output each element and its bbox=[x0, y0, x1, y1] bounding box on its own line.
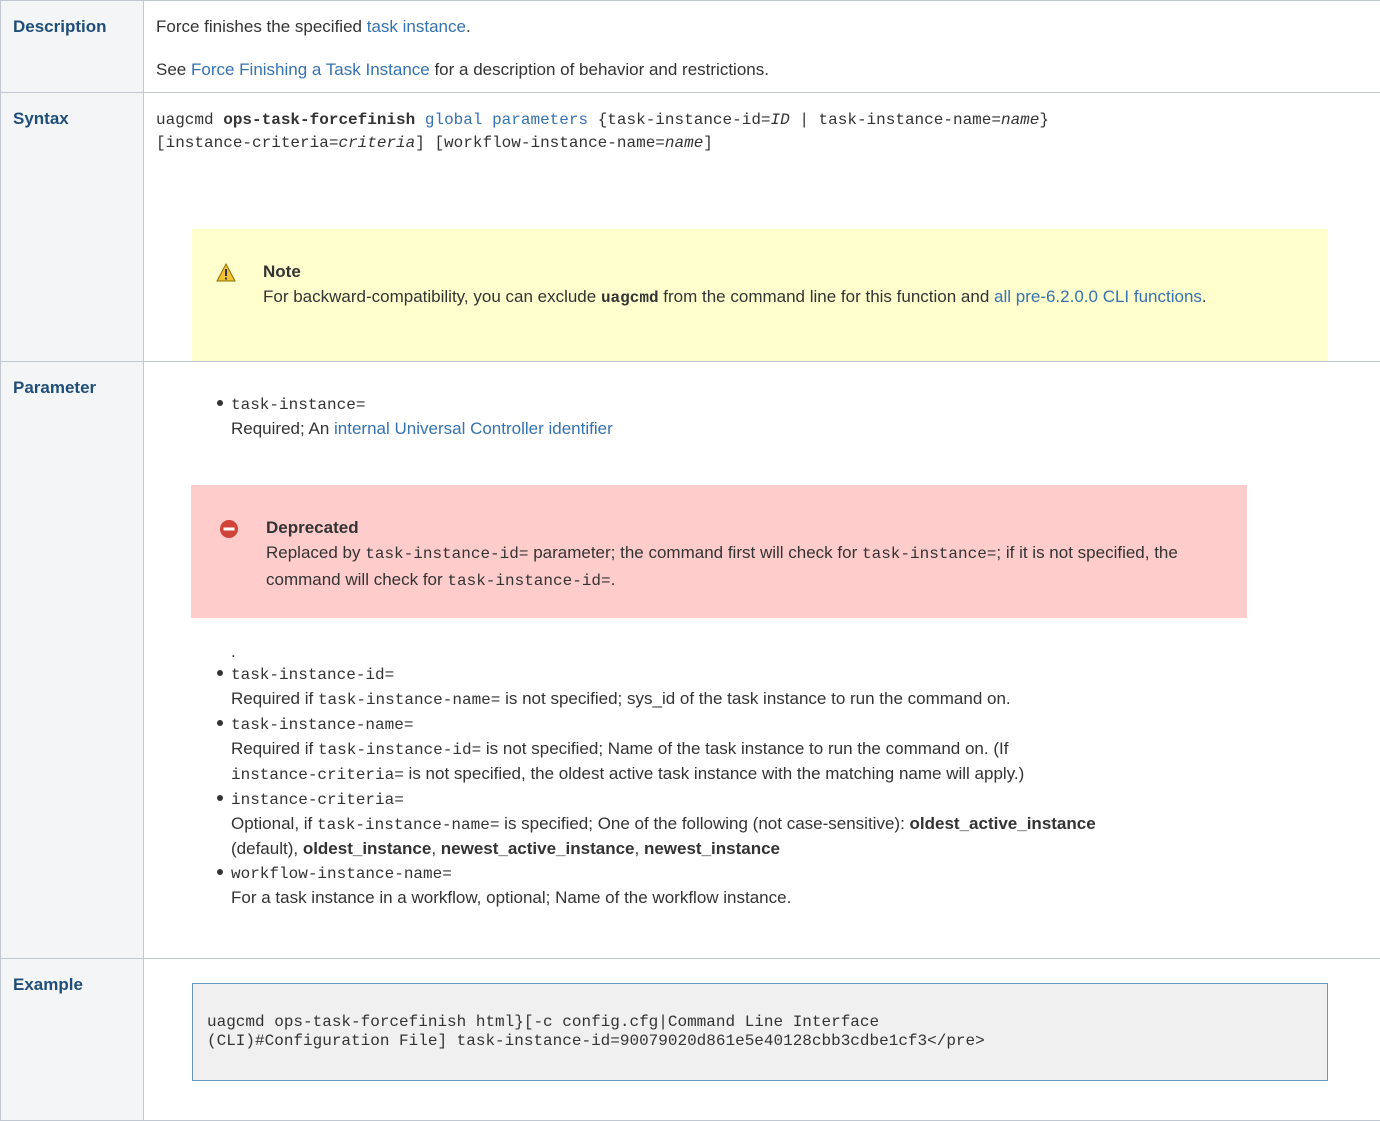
criteria-sep-1: , bbox=[431, 839, 440, 858]
note-text-start: For backward-compatibility, you can excl… bbox=[263, 287, 601, 306]
deprecated-text: Replaced by task-instance-id= parameter;… bbox=[266, 540, 1227, 594]
param-workflow-instance-name: workflow-instance-name= For a task insta… bbox=[156, 861, 1380, 910]
param-desc-tail: is not specified, the oldest active task… bbox=[404, 764, 1025, 783]
note-text-middle: from the command line for this function … bbox=[659, 287, 994, 306]
parameter-list: task-instance= Required; An internal Uni… bbox=[156, 362, 1380, 910]
description-line-1: Force finishes the specified task instan… bbox=[156, 1, 1380, 37]
cli-functions-link[interactable]: all pre-6.2.0.0 CLI functions bbox=[994, 287, 1202, 306]
param-name: task-instance= bbox=[231, 396, 365, 414]
deprecated-code-2: task-instance= bbox=[862, 545, 996, 563]
param-name: task-instance-id= bbox=[231, 666, 394, 684]
param-code: task-instance-name= bbox=[317, 816, 499, 834]
syntax-header: Syntax bbox=[1, 93, 144, 362]
param-desc: Required if bbox=[231, 739, 318, 758]
param-desc: For a task instance in a workflow, optio… bbox=[231, 888, 791, 907]
param-code-2: instance-criteria= bbox=[231, 766, 404, 784]
criteria-newest-active: newest_active_instance bbox=[441, 839, 635, 858]
param-desc-tail: is not specified; sys_id of the task ins… bbox=[500, 689, 1010, 708]
note-uagcmd: uagcmd bbox=[601, 289, 659, 307]
syntax-line-2: [instance-criteria=criteria] [workflow-i… bbox=[156, 132, 1380, 155]
criteria-oldest-active: oldest_active_instance bbox=[910, 814, 1096, 833]
param-name: task-instance-name= bbox=[231, 716, 413, 734]
criteria-default: (default), bbox=[231, 839, 303, 858]
syntax-row: Syntax uagcmd ops-task-forcefinish globa… bbox=[1, 93, 1380, 362]
note-period: . bbox=[1202, 287, 1207, 306]
syntax-command: uagcmd ops-task-forcefinish global param… bbox=[156, 93, 1380, 155]
syntax-workflow: ] [workflow-instance-name= bbox=[415, 134, 665, 152]
deprecated-code-3: task-instance-id= bbox=[447, 572, 610, 590]
param-desc: Optional, if bbox=[231, 814, 317, 833]
warning-icon bbox=[216, 263, 236, 283]
function-reference-table: Description Force finishes the specified… bbox=[0, 0, 1380, 1121]
deprecated-title: Deprecated bbox=[266, 515, 1227, 540]
param-dot: . bbox=[231, 642, 1380, 662]
syntax-workflow-value: name bbox=[665, 134, 703, 152]
syntax-param-1: {task-instance-id= bbox=[588, 111, 770, 129]
syntax-close-bracket: ] bbox=[703, 134, 713, 152]
description-line-2: See Force Finishing a Task Instance for … bbox=[156, 60, 1380, 80]
param-name: instance-criteria= bbox=[231, 791, 404, 809]
task-instance-link[interactable]: task instance bbox=[367, 17, 466, 36]
syntax-line-1: uagcmd ops-task-forcefinish global param… bbox=[156, 109, 1380, 132]
stop-icon bbox=[219, 519, 239, 539]
syntax-uagcmd: uagcmd bbox=[156, 111, 223, 129]
see-text: See bbox=[156, 60, 191, 79]
criteria-newest: newest_instance bbox=[644, 839, 780, 858]
code-block: uagcmd ops-task-forcefinish html}[-c con… bbox=[192, 983, 1328, 1081]
example-header: Example bbox=[1, 959, 144, 1121]
description-header: Description bbox=[1, 1, 144, 93]
parameter-cell: task-instance= Required; An internal Uni… bbox=[144, 362, 1380, 959]
note-box: Note For backward-compatibility, you can… bbox=[192, 229, 1328, 361]
param-instance-criteria: instance-criteria= Optional, if task-ins… bbox=[156, 787, 1380, 861]
description-row: Description Force finishes the specified… bbox=[1, 1, 1380, 93]
internal-identifier-link[interactable]: internal Universal Controller identifier bbox=[334, 419, 613, 438]
description-cell: Force finishes the specified task instan… bbox=[144, 1, 1380, 93]
force-finishing-link[interactable]: Force Finishing a Task Instance bbox=[191, 60, 430, 79]
note-text: For backward-compatibility, you can excl… bbox=[263, 284, 1228, 311]
syntax-function-name: ops-task-forcefinish bbox=[223, 111, 415, 129]
parameter-row: Parameter task-instance= Required; An in… bbox=[1, 362, 1380, 959]
param-task-instance-id: task-instance-id= Required if task-insta… bbox=[156, 662, 1380, 712]
param-desc-middle: is specified; One of the following (not … bbox=[499, 814, 909, 833]
deprecated-code-1: task-instance-id= bbox=[365, 545, 528, 563]
description-period: . bbox=[466, 17, 471, 36]
syntax-brace: } bbox=[1039, 111, 1049, 129]
example-row: Example uagcmd ops-task-forcefinish html… bbox=[1, 959, 1380, 1121]
example-line-2: (CLI)#Configuration File] task-instance-… bbox=[207, 1032, 1327, 1051]
deprecated-text-1: Replaced by bbox=[266, 543, 365, 562]
syntax-param-2: | task-instance-name= bbox=[790, 111, 1001, 129]
syntax-criteria-value: criteria bbox=[338, 134, 415, 152]
criteria-oldest: oldest_instance bbox=[303, 839, 432, 858]
syntax-param-2-value: name bbox=[1001, 111, 1039, 129]
note-title: Note bbox=[263, 259, 1228, 284]
criteria-sep-2: , bbox=[634, 839, 643, 858]
param-task-instance-name: task-instance-name= Required if task-ins… bbox=[156, 712, 1380, 787]
param-desc-middle: is not specified; Name of the task insta… bbox=[481, 739, 1008, 758]
parameter-header: Parameter bbox=[1, 362, 144, 959]
syntax-param-1-value: ID bbox=[771, 111, 790, 129]
syntax-criteria: [instance-criteria= bbox=[156, 134, 338, 152]
global-parameters-link[interactable]: global parameters bbox=[425, 111, 588, 129]
deprecated-text-4: . bbox=[611, 570, 616, 589]
deprecated-box: Deprecated Replaced by task-instance-id=… bbox=[191, 485, 1247, 618]
deprecated-text-2: parameter; the command first will check … bbox=[528, 543, 862, 562]
example-line-1: uagcmd ops-task-forcefinish html}[-c con… bbox=[207, 1013, 1327, 1032]
param-code: task-instance-id= bbox=[318, 741, 481, 759]
example-cell: uagcmd ops-task-forcefinish html}[-c con… bbox=[144, 959, 1380, 1121]
description-text: Force finishes the specified bbox=[156, 17, 367, 36]
param-task-instance: task-instance= Required; An internal Uni… bbox=[156, 392, 1380, 662]
param-desc: Required if bbox=[231, 689, 318, 708]
param-code: task-instance-name= bbox=[318, 691, 500, 709]
see-text-tail: for a description of behavior and restri… bbox=[430, 60, 769, 79]
param-desc: Required; An bbox=[231, 419, 334, 438]
param-name: workflow-instance-name= bbox=[231, 865, 452, 883]
syntax-cell: uagcmd ops-task-forcefinish global param… bbox=[144, 93, 1380, 362]
